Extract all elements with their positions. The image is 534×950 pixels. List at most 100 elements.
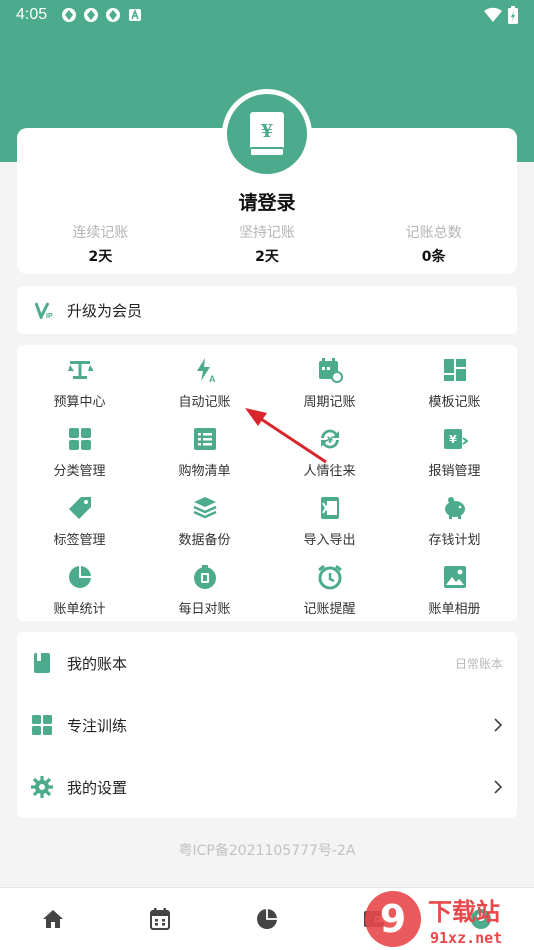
chevron-right-icon	[494, 780, 503, 794]
ledger-book-icon: ¥	[249, 112, 285, 157]
grid-item-reimburse[interactable]: ¥ 报销管理	[392, 422, 517, 491]
vip-upgrade-row[interactable]: IP 升级为会员	[17, 286, 517, 334]
excel-icon	[320, 497, 339, 519]
svg-text:¥: ¥	[326, 436, 333, 446]
grid-label: 账单统计	[53, 602, 106, 617]
grid-label: 预算中心	[53, 395, 106, 410]
tag-icon	[68, 497, 91, 519]
status-system-icons	[484, 6, 518, 24]
grid-item-budget[interactable]: 预算中心	[17, 353, 142, 422]
photo-icon	[443, 566, 466, 588]
app-notification-icon	[106, 8, 121, 22]
reimburse-icon: ¥	[443, 429, 468, 449]
svg-text:¥: ¥	[449, 433, 457, 446]
grid-item-tags[interactable]: 标签管理	[17, 491, 142, 560]
vip-icon: IP	[35, 302, 53, 319]
login-prompt[interactable]: 请登录	[17, 188, 517, 215]
grid-label: 账单相册	[428, 602, 481, 617]
grid-item-relations[interactable]: ¥ 人情往来	[267, 422, 392, 491]
list-icon	[193, 428, 216, 450]
grid-item-daily[interactable]: 每日对账	[142, 560, 267, 629]
grid-item-auto[interactable]: A 自动记账	[142, 353, 267, 422]
grid-label: 记账提醒	[303, 602, 356, 617]
grid-label: 数据备份	[178, 533, 231, 548]
grid-item-import-export[interactable]: 导入导出	[267, 491, 392, 560]
status-time: 4:05	[16, 6, 48, 23]
svg-text:¥: ¥	[261, 121, 274, 142]
stat-consecutive: 连续记账 2天	[17, 222, 184, 266]
book-icon	[34, 653, 50, 673]
home-icon	[43, 910, 64, 928]
tab-statistics[interactable]	[214, 888, 321, 950]
grid-label: 周期记账	[303, 395, 356, 410]
stat-label: 坚持记账	[239, 225, 295, 241]
stat-total: 记账总数 0条	[350, 222, 517, 266]
watermark-number: 9	[380, 897, 406, 941]
grid-item-periodic[interactable]: 周期记账	[267, 353, 392, 422]
pie-icon	[68, 566, 91, 588]
grid-item-album[interactable]: 账单相册	[392, 560, 517, 629]
status-bar: 4:05	[0, 0, 534, 30]
daily-icon	[193, 565, 216, 589]
avatar[interactable]: ¥	[222, 89, 312, 179]
grid-label: 人情往来	[303, 464, 356, 479]
chevron-right-icon	[494, 718, 503, 732]
my-books-row[interactable]: 我的账本 日常账本	[17, 632, 517, 694]
grid-icon	[32, 715, 52, 735]
svg-text:A: A	[209, 374, 216, 383]
vip-label: 升级为会员	[67, 301, 143, 320]
site-watermark: 9 下载站 91xz.net	[365, 891, 502, 947]
icp-license[interactable]: 粤ICP备2021105777号-2A	[0, 840, 534, 860]
app-notification-icon	[84, 8, 99, 22]
focus-training-row[interactable]: 专注训练	[17, 694, 517, 756]
grid-label: 模板记账	[428, 395, 481, 410]
app-notification-icon	[62, 8, 77, 22]
my-settings-row[interactable]: 我的设置	[17, 756, 517, 818]
stat-label: 记账总数	[405, 225, 462, 241]
wifi-icon	[484, 7, 502, 23]
stat-label: 连续记账	[72, 225, 129, 241]
flash-auto-icon: A	[196, 358, 216, 383]
exchange-icon: ¥	[320, 429, 339, 449]
grid-label: 导入导出	[303, 533, 356, 548]
avatar-inner: ¥	[227, 94, 307, 174]
my-settings-label: 我的设置	[67, 778, 128, 797]
grid-label: 每日对账	[178, 602, 231, 617]
grid-item-savings[interactable]: 存钱计划	[392, 491, 517, 560]
stat-value: 0条	[421, 249, 446, 265]
stat-value: 2天	[255, 249, 279, 265]
grid-label: 自动记账	[178, 395, 231, 410]
grid-item-statistics[interactable]: 账单统计	[17, 560, 142, 629]
battery-icon	[508, 6, 518, 24]
calendar-refresh-icon	[318, 358, 343, 383]
tab-home[interactable]	[0, 888, 107, 950]
pie-chart-icon	[256, 909, 277, 929]
tab-calendar[interactable]	[107, 888, 214, 950]
grid-item-category[interactable]: 分类管理	[17, 422, 142, 491]
grid-icon	[68, 428, 91, 450]
stat-persist: 坚持记账 2天	[184, 222, 351, 266]
settings-list-card: 我的账本 日常账本 专注训练 我的设置	[17, 632, 517, 818]
a-notification-icon	[129, 8, 142, 21]
current-book-name: 日常账本	[454, 656, 503, 671]
stats-row: 连续记账 2天 坚持记账 2天 记账总数 0条	[17, 222, 517, 266]
grid-label: 报销管理	[428, 464, 481, 479]
grid-item-reminder[interactable]: 记账提醒	[267, 560, 392, 629]
template-icon	[443, 359, 466, 381]
alarm-icon	[317, 564, 342, 590]
watermark-brand: 下载站	[428, 898, 500, 926]
scale-icon	[67, 361, 93, 379]
grid-item-shopping[interactable]: 购物清单	[142, 422, 267, 491]
grid-label: 标签管理	[53, 533, 106, 548]
svg-text:IP: IP	[46, 313, 53, 319]
gear-icon	[31, 776, 53, 798]
watermark-domain: 91xz.net	[430, 929, 502, 947]
grid-item-template[interactable]: 模板记账	[392, 353, 517, 422]
feature-grid: 预算中心 A 自动记账 周期记账 模板记账 分类管理 购物清单 ¥ 人情往来 ¥	[17, 353, 517, 629]
layers-icon	[192, 497, 217, 519]
grid-label: 分类管理	[53, 464, 106, 479]
focus-training-label: 专注训练	[67, 716, 128, 735]
grid-item-backup[interactable]: 数据备份	[142, 491, 267, 560]
grid-label: 存钱计划	[428, 533, 481, 548]
feature-grid-card: 预算中心 A 自动记账 周期记账 模板记账 分类管理 购物清单 ¥ 人情往来 ¥	[17, 345, 517, 621]
